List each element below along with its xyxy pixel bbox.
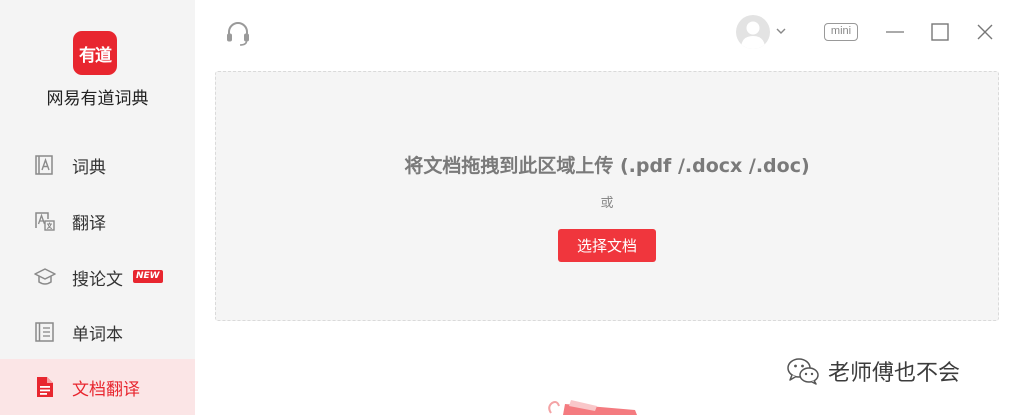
sidebar-item-label: 搜论文 xyxy=(72,269,123,290)
translate-icon xyxy=(35,212,55,231)
sidebar-item-document-translate[interactable]: 文档翻译 xyxy=(0,359,195,415)
sidebar-item-wordbook[interactable]: 单词本 xyxy=(0,304,195,360)
graduation-cap-icon xyxy=(34,268,56,285)
document-icon xyxy=(37,377,53,397)
sidebar: 有道 网易有道词典 词典 翻译 搜论文 NEW 单词本 文档翻译 xyxy=(0,0,195,415)
dictionary-icon xyxy=(35,155,53,175)
app-logo-text: 有道 xyxy=(79,45,112,66)
sidebar-item-label: 文档翻译 xyxy=(72,379,140,400)
sidebar-item-label: 翻译 xyxy=(72,213,106,234)
chevron-down-icon[interactable] xyxy=(775,26,787,36)
app-name: 网易有道词典 xyxy=(46,89,149,109)
choose-document-button[interactable]: 选择文档 xyxy=(558,229,656,262)
sidebar-item-paper-search[interactable]: 搜论文 NEW xyxy=(0,249,195,305)
headset-icon[interactable] xyxy=(224,20,252,48)
new-badge: NEW xyxy=(133,270,163,283)
sidebar-item-translate[interactable]: 翻译 xyxy=(0,193,195,249)
avatar[interactable] xyxy=(736,15,770,49)
minimize-icon[interactable] xyxy=(885,22,905,42)
drop-zone-or-text: 或 xyxy=(600,196,614,211)
watermark: 老师傅也不会 xyxy=(786,354,960,388)
maximize-icon[interactable] xyxy=(930,22,950,42)
document-illustration-icon xyxy=(548,400,637,415)
sidebar-item-label: 单词本 xyxy=(72,324,123,345)
file-drop-zone[interactable]: 将文档拖拽到此区域上传 (.pdf /.docx /.doc) 或 选择文档 xyxy=(215,71,999,321)
wechat-icon xyxy=(787,358,819,385)
user-icon xyxy=(741,21,765,49)
app-logo: 有道 xyxy=(73,31,117,75)
mini-mode-button[interactable]: mini xyxy=(824,23,858,41)
sidebar-item-label: 词典 xyxy=(72,157,106,178)
sidebar-item-dictionary[interactable]: 词典 xyxy=(0,137,195,193)
close-icon[interactable] xyxy=(975,22,995,42)
wordbook-icon xyxy=(35,322,54,342)
drop-zone-title: 将文档拖拽到此区域上传 (.pdf /.docx /.doc) xyxy=(404,155,810,177)
watermark-text: 老师傅也不会 xyxy=(828,361,961,386)
